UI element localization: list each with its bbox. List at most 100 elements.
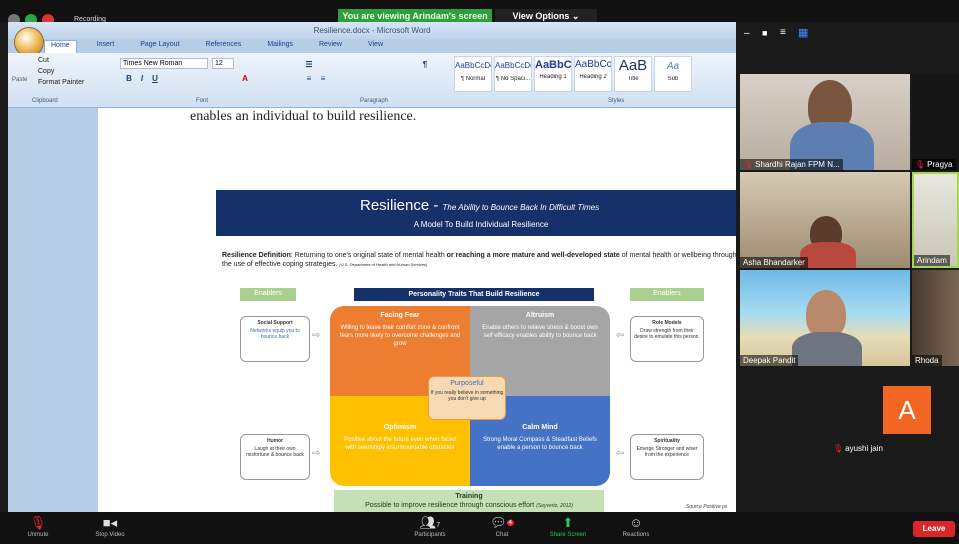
tab-home[interactable]: Home xyxy=(44,40,77,53)
video-tile-pragya[interactable]: 🎙︎ Pragya xyxy=(912,74,959,170)
side-box-role-models: Role Models Draw strength from their desi… xyxy=(630,316,704,362)
tab-page-layout[interactable]: Page Layout xyxy=(134,40,185,53)
infographic-header: Resilience - The Ability to Bounce Back … xyxy=(216,190,736,236)
font-color-icon[interactable]: A xyxy=(240,74,250,83)
style-normal[interactable]: AaBbCcDc ¶ Normal xyxy=(454,56,492,92)
definition-text: : Returning to one's original state of m… xyxy=(290,252,445,259)
video-tile-arindam[interactable]: Arindam xyxy=(912,172,959,268)
quadrant-text: Strong Moral Compass & Steadfast Beliefs… xyxy=(483,437,597,451)
underline-icon[interactable]: U xyxy=(150,74,160,83)
side-box-title: Spirituality xyxy=(654,438,680,444)
participant-name: 🎙︎ ayushi jain xyxy=(830,443,886,454)
single-view-icon[interactable]: ■ xyxy=(762,28,767,38)
tab-review[interactable]: Review xyxy=(313,40,348,53)
side-box-text: Emerge Stronger and wiser from the exper… xyxy=(636,446,698,458)
align-center-icon[interactable]: ≡ xyxy=(318,74,328,83)
style-heading-1[interactable]: AaBbC Heading 1 xyxy=(534,56,572,92)
stop-video-button[interactable]: ■◂ Stop Video xyxy=(80,512,140,538)
training-title: Training xyxy=(455,493,483,500)
name-text: Shardhi Rajan FPM N... xyxy=(755,160,840,169)
quadrant-text: Positive about the future even when face… xyxy=(344,437,456,451)
title-dash: - xyxy=(433,197,439,214)
panel-view-controls: – ■ ≡ ▦ xyxy=(736,22,959,50)
title-text: Resilience xyxy=(360,197,430,214)
style-sample: AaBbCcDc xyxy=(455,61,491,70)
participants-video-panel: – ■ ≡ ▦ 🎙︎ Shardhi Rajan FPM N... 🎙︎ Pragy… xyxy=(736,22,959,512)
font-name-box[interactable]: Times New Roman xyxy=(120,58,208,69)
participant-body xyxy=(800,242,856,268)
paragraph-mark-icon[interactable]: ¶ xyxy=(420,60,430,69)
quadrant-title: Optimism xyxy=(383,424,417,431)
side-box-title: Role Models xyxy=(652,320,682,326)
quadrant-title: Calm Mind xyxy=(522,424,558,431)
side-box-humor: Humor Laugh at their own misfortune & bou… xyxy=(240,434,310,480)
name-text: ayushi jain xyxy=(845,444,883,453)
style-name: Heading 1 xyxy=(539,74,567,80)
style-no-spacing[interactable]: AaBbCcDc ¶ No Spaci... xyxy=(494,56,532,92)
arrow-right-icon: ⇨ xyxy=(312,448,321,459)
minimize-icon[interactable]: – xyxy=(744,28,750,39)
participant-name: Deepak Pandit xyxy=(740,355,799,366)
viewing-screen-banner: You are viewing Arindam's screen xyxy=(338,9,492,23)
bold-icon[interactable]: B xyxy=(124,74,134,83)
unmute-button[interactable]: 🎙︎ Unmute xyxy=(8,512,68,538)
name-text: Pragya xyxy=(927,160,953,169)
format-painter-button[interactable]: Format Painter xyxy=(38,79,84,86)
share-screen-button[interactable]: ⬆︎ Share Screen xyxy=(538,512,598,538)
style-title[interactable]: AaB Title xyxy=(614,56,652,92)
side-box-spirituality: Spirituality Emerge Stronger and wiser fr… xyxy=(630,434,704,480)
participants-button[interactable]: 👥︎7 Participants xyxy=(400,512,460,538)
style-heading-2[interactable]: AaBbCc Heading 2 xyxy=(574,56,612,92)
style-subtitle[interactable]: Aa Sub xyxy=(654,56,692,92)
style-sample: Aa xyxy=(666,61,680,72)
quadrant-text: Willing to leave their comfort zone & co… xyxy=(339,325,461,347)
tab-view[interactable]: View xyxy=(362,40,389,53)
unmute-label: Unmute xyxy=(27,532,49,538)
avatar: A xyxy=(883,386,931,434)
copy-button[interactable]: Copy xyxy=(38,68,54,75)
mic-off-icon: 🎙︎ xyxy=(743,160,754,169)
resilience-definition: Resilience Definition: Returning to one'… xyxy=(222,251,736,269)
side-box-title: Social Support xyxy=(257,320,293,326)
font-group-label: Font xyxy=(196,98,209,104)
chat-button[interactable]: 💬︎ 4 Chat xyxy=(472,512,532,538)
paste-button[interactable]: Paste xyxy=(12,77,27,83)
clipboard-group-label: Clipboard xyxy=(32,98,58,104)
tab-mailings[interactable]: Mailings xyxy=(261,40,299,53)
tab-references[interactable]: References xyxy=(200,40,248,53)
traits-title: Personality Traits That Build Resilience xyxy=(354,288,594,301)
chat-label: Chat xyxy=(495,532,509,538)
paragraph-group-label: Paragraph xyxy=(360,98,389,104)
participant-name: Asha Bhandarker xyxy=(740,257,808,268)
video-tile-rhoda[interactable]: Rhoda xyxy=(912,270,959,366)
video-tile-asha[interactable]: Asha Bhandarker xyxy=(740,172,910,268)
font-size-box[interactable]: 12 xyxy=(212,58,234,69)
view-options-button[interactable]: View Options ⌄ xyxy=(495,9,597,23)
name-text: Asha Bhandarker xyxy=(743,258,805,267)
quadrant-title: Facing Fear xyxy=(380,312,420,319)
participant-name: Arindam xyxy=(914,255,950,266)
video-tile-deepak[interactable]: Deepak Pandit xyxy=(740,270,910,366)
gallery-view-icon[interactable]: ▦ xyxy=(798,26,808,39)
share-screen-icon: ⬆︎ xyxy=(562,515,574,530)
side-box-text: Laugh at their own misfortune & bounce b… xyxy=(246,446,304,458)
document-page[interactable]: enables an individual to build resilienc… xyxy=(98,108,736,512)
tab-insert[interactable]: Insert xyxy=(91,40,121,53)
quadrant-title: Altruism xyxy=(525,312,555,319)
purposeful-text: If you really believe in something you d… xyxy=(430,390,504,402)
reactions-button[interactable]: ☺︎ Reactions xyxy=(606,512,666,538)
definition-source: (U.S. Department of Health and Human Ser… xyxy=(339,262,428,267)
align-left-icon[interactable]: ≡ xyxy=(304,74,314,83)
cut-button[interactable]: Cut xyxy=(38,57,49,64)
styles-group-label: Styles xyxy=(608,98,625,104)
chat-badge: 4 xyxy=(506,520,514,526)
strip-view-icon[interactable]: ≡ xyxy=(780,27,786,38)
video-tile-shardhi[interactable]: 🎙︎ Shardhi Rajan FPM N... xyxy=(740,74,910,170)
leave-button[interactable]: Leave xyxy=(913,521,955,537)
bullets-icon[interactable]: ☰ xyxy=(304,60,314,69)
reactions-icon: ☺︎ xyxy=(629,515,643,530)
document-text-line: enables an individual to build resilienc… xyxy=(190,109,417,124)
italic-icon[interactable]: I xyxy=(137,74,147,83)
side-box-social-support: Social Support Networks equip you to boun… xyxy=(240,316,310,362)
infographic-subtitle: A Model To Build Individual Resilience xyxy=(413,220,549,229)
